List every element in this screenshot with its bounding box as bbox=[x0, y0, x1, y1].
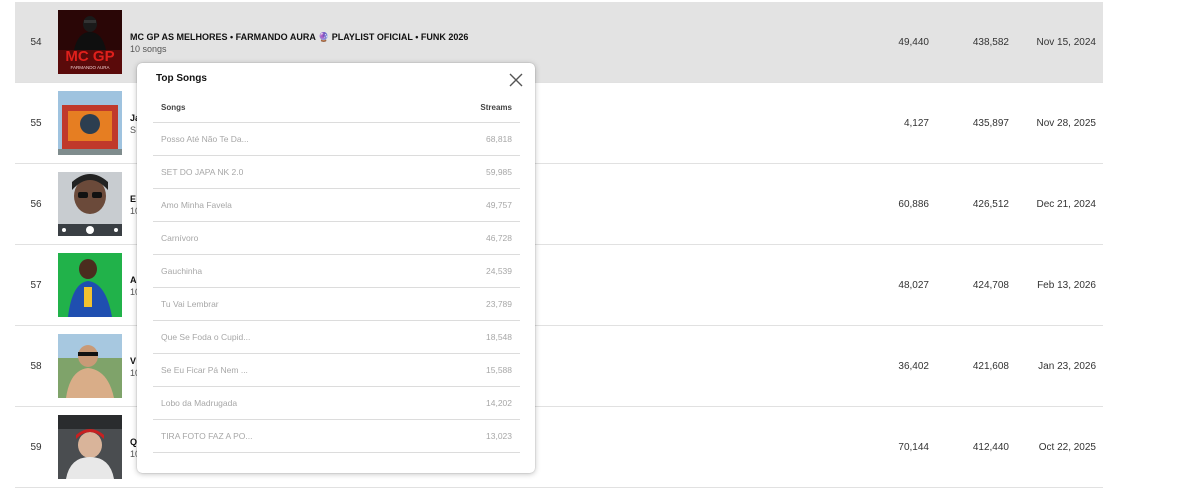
popup-title: Top Songs bbox=[156, 73, 207, 84]
date-value: Nov 28, 2025 bbox=[1036, 117, 1097, 129]
playlist-thumbnail[interactable] bbox=[58, 334, 122, 398]
date-value: Nov 15, 2024 bbox=[1036, 36, 1097, 48]
stat-value: 412,440 bbox=[972, 441, 1009, 453]
top-songs-popup: Top Songs Songs Streams Posso Até Não Te… bbox=[137, 63, 535, 473]
song-row[interactable]: Gauchinha 24,539 bbox=[153, 255, 520, 288]
song-name[interactable]: Lobo da Madrugada bbox=[161, 398, 237, 408]
column-header-streams: Streams bbox=[480, 103, 512, 112]
stat-value: 60,886 bbox=[898, 198, 929, 210]
song-row[interactable]: SET DO JAPA NK 2.0 59,985 bbox=[153, 156, 520, 189]
playlist-title[interactable]: A bbox=[130, 275, 137, 285]
song-name[interactable]: Que Se Foda o Cupid... bbox=[161, 332, 250, 342]
playlist-thumbnail[interactable] bbox=[58, 415, 122, 479]
song-streams: 24,539 bbox=[486, 266, 512, 276]
song-name[interactable]: SET DO JAPA NK 2.0 bbox=[161, 167, 243, 177]
stat-value: 48,027 bbox=[898, 279, 929, 291]
song-row[interactable]: Carnívoro 46,728 bbox=[153, 222, 520, 255]
song-row[interactable]: Amo Minha Favela 49,757 bbox=[153, 189, 520, 222]
song-row[interactable]: Posso Até Não Te Da... 68,818 bbox=[153, 123, 520, 156]
song-name[interactable]: Tu Vai Lembrar bbox=[161, 299, 219, 309]
date-value: Jan 23, 2026 bbox=[1038, 360, 1096, 372]
song-streams: 13,023 bbox=[486, 431, 512, 441]
song-name[interactable]: Amo Minha Favela bbox=[161, 200, 232, 210]
song-name[interactable]: Posso Até Não Te Da... bbox=[161, 134, 249, 144]
stat-value: 424,708 bbox=[972, 279, 1009, 291]
rank-number: 58 bbox=[30, 360, 42, 372]
song-name[interactable]: Carnívoro bbox=[161, 233, 198, 243]
song-row[interactable]: Tu Vai Lembrar 23,789 bbox=[153, 288, 520, 321]
thumbnail-sub-text: FARMANDO AURA bbox=[70, 65, 109, 70]
song-streams: 14,202 bbox=[486, 398, 512, 408]
song-row[interactable]: Se Eu Ficar Pá Nem ... 15,588 bbox=[153, 354, 520, 387]
thumbnail-logo-text: MC GP bbox=[65, 48, 114, 65]
rank-number: 57 bbox=[30, 279, 42, 291]
song-streams: 68,818 bbox=[486, 134, 512, 144]
playlist-title[interactable]: Q bbox=[130, 437, 137, 447]
stat-value: 70,144 bbox=[898, 441, 929, 453]
rank-number: 55 bbox=[30, 117, 42, 129]
stat-value: 426,512 bbox=[972, 198, 1009, 210]
song-row[interactable]: Que Se Foda o Cupid... 18,548 bbox=[153, 321, 520, 354]
song-row[interactable]: Lobo da Madrugada 14,202 bbox=[153, 387, 520, 420]
rank-number: 56 bbox=[30, 198, 42, 210]
playlist-song-count: 10 songs bbox=[130, 44, 167, 54]
stat-value: 438,582 bbox=[972, 36, 1009, 48]
song-row[interactable]: TIRA FOTO FAZ A PO... 13,023 bbox=[153, 420, 520, 453]
close-icon bbox=[509, 73, 523, 87]
song-name[interactable]: TIRA FOTO FAZ A PO... bbox=[161, 431, 252, 441]
playlist-thumbnail[interactable] bbox=[58, 172, 122, 236]
song-streams: 23,789 bbox=[486, 299, 512, 309]
stat-value: 36,402 bbox=[898, 360, 929, 372]
top-songs-table: Songs Streams Posso Até Não Te Da... 68,… bbox=[153, 92, 520, 453]
playlist-thumbnail[interactable] bbox=[58, 91, 122, 155]
stat-value: 49,440 bbox=[898, 36, 929, 48]
date-value: Feb 13, 2026 bbox=[1037, 279, 1096, 291]
song-name[interactable]: Se Eu Ficar Pá Nem ... bbox=[161, 365, 248, 375]
date-value: Dec 21, 2024 bbox=[1036, 198, 1097, 210]
stat-value: 4,127 bbox=[903, 117, 929, 129]
rank-number: 59 bbox=[30, 441, 42, 453]
song-streams: 46,728 bbox=[486, 233, 512, 243]
stat-value: 435,897 bbox=[972, 117, 1009, 129]
playlist-title[interactable]: MC GP AS MELHORES • FARMANDO AURA 🔮 PLAY… bbox=[130, 32, 468, 43]
table-header: Songs Streams bbox=[153, 92, 520, 123]
playlist-title[interactable]: E bbox=[130, 194, 136, 204]
date-value: Oct 22, 2025 bbox=[1038, 441, 1096, 453]
song-streams: 59,985 bbox=[486, 167, 512, 177]
song-name[interactable]: Gauchinha bbox=[161, 266, 202, 276]
close-button[interactable] bbox=[508, 72, 524, 88]
song-streams: 18,548 bbox=[486, 332, 512, 342]
playlist-thumbnail[interactable] bbox=[58, 253, 122, 317]
column-header-songs: Songs bbox=[161, 103, 186, 112]
playlist-thumbnail[interactable]: MC GP FARMANDO AURA bbox=[58, 10, 122, 74]
song-streams: 49,757 bbox=[486, 200, 512, 210]
song-streams: 15,588 bbox=[486, 365, 512, 375]
playlist-song-count: S bbox=[130, 125, 137, 135]
playlist-title[interactable]: V bbox=[130, 356, 136, 366]
rank-number: 54 bbox=[30, 36, 42, 48]
stat-value: 421,608 bbox=[972, 360, 1009, 372]
